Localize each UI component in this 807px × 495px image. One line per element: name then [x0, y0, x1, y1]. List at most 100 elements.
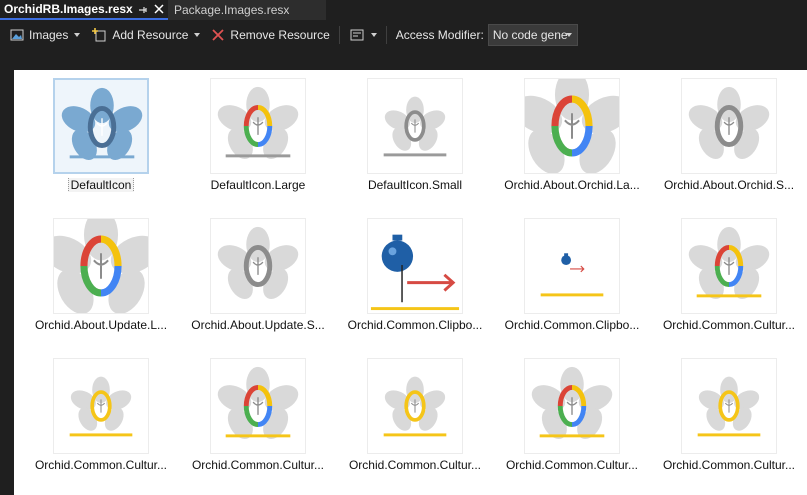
access-modifier-combo[interactable]: No code gene — [487, 24, 578, 46]
resource-name-text: Orchid.Common.Cultur... — [505, 458, 639, 472]
resource-thumbnail — [210, 218, 306, 314]
resource-name-text: Orchid.About.Orchid.S... — [663, 178, 795, 192]
resource-tile[interactable]: Orchid.Common.Cultur... — [328, 350, 485, 490]
orchid-icon — [383, 376, 447, 437]
orchid-icon — [525, 79, 619, 173]
resource-name-text: DefaultIcon — [67, 178, 135, 192]
chevron-down-icon — [74, 33, 81, 37]
resource-grid: DefaultIcon DefaultIcon.Large DefaultIcon.… — [14, 70, 807, 495]
resource-thumbnail — [367, 358, 463, 454]
resource-name: DefaultIcon — [14, 178, 188, 192]
orchid-icon — [697, 376, 761, 437]
resource-name: Orchid.Common.Cultur... — [14, 458, 188, 472]
pin-icon[interactable] — [137, 4, 149, 16]
resource-thumbnail — [524, 78, 620, 174]
orchid-icon — [69, 376, 133, 437]
resource-tile[interactable]: Orchid.About.Orchid.La... — [485, 70, 642, 210]
delete-x-icon — [210, 27, 226, 43]
images-label: Images — [29, 28, 69, 42]
clipboard-icon — [540, 253, 604, 297]
resource-tile[interactable]: DefaultIcon — [14, 70, 171, 210]
resource-name: Orchid.About.Update.S... — [171, 318, 345, 332]
add-resource-button[interactable]: Add Resource — [89, 24, 203, 46]
resource-name: Orchid.Common.Clipbo... — [328, 318, 502, 332]
resource-name-text: Orchid.Common.Cultur... — [348, 458, 482, 472]
resource-name-text: Orchid.About.Update.L... — [34, 318, 168, 332]
resource-thumbnail — [681, 218, 777, 314]
tab-package-images-resx[interactable]: Package.Images.resx — [168, 0, 326, 20]
resource-name-text: Orchid.Common.Cultur... — [662, 458, 796, 472]
orchid-icon — [61, 87, 143, 161]
resource-name: Orchid.Common.Cultur... — [328, 458, 502, 472]
resource-thumbnail — [524, 358, 620, 454]
resource-name: Orchid.Common.Cultur... — [485, 458, 659, 472]
resource-tile[interactable]: Orchid.Common.Cultur... — [485, 350, 642, 490]
orchid-icon — [688, 226, 770, 300]
toolbar-separator — [385, 26, 387, 44]
tab-label: Package.Images.resx — [174, 3, 290, 17]
resource-name-text: Orchid.About.Orchid.La... — [504, 178, 640, 192]
resource-tile[interactable]: Orchid.Common.Clipbo... — [328, 210, 485, 350]
orchid-icon — [531, 366, 613, 440]
resource-thumbnail — [210, 78, 306, 174]
access-modifier-value: No code gene — [492, 28, 568, 42]
resource-thumbnail — [681, 78, 777, 174]
resource-name-text: Orchid.Common.Clipbo... — [504, 318, 640, 332]
resource-tile[interactable]: Orchid.Common.Cultur... — [14, 350, 171, 490]
resource-name: DefaultIcon.Large — [171, 178, 345, 192]
images-dropdown[interactable]: Images — [6, 24, 83, 46]
resource-toolbar: Images Add Resource Remove Resource Acce… — [0, 22, 807, 48]
close-icon[interactable] — [153, 3, 165, 15]
remove-resource-label: Remove Resource — [230, 28, 330, 42]
access-modifier-label: Access Modifier: — [395, 28, 484, 42]
resource-tile[interactable]: DefaultIcon.Small — [328, 70, 485, 210]
tab-orchidrb-images-resx[interactable]: OrchidRB.Images.resx — [0, 0, 168, 20]
orchid-icon — [688, 86, 770, 160]
remove-resource-button[interactable]: Remove Resource — [207, 24, 332, 46]
resource-thumbnail — [367, 218, 463, 314]
resource-tile[interactable]: Orchid.Common.Clipbo... — [485, 210, 642, 350]
resource-tile[interactable]: Orchid.Common.Cultur... — [642, 210, 799, 350]
resource-name-text: Orchid.Common.Cultur... — [34, 458, 168, 472]
resource-tile[interactable]: Orchid.About.Orchid.S... — [642, 70, 799, 210]
resource-tile[interactable]: DefaultIcon.Large — [171, 70, 328, 210]
orchid-icon — [383, 96, 447, 157]
orchid-icon — [217, 226, 299, 300]
chevron-down-icon — [370, 33, 377, 37]
toolbar-separator — [338, 26, 340, 44]
clipboard-icon — [370, 234, 460, 311]
resource-name-text: Orchid.Common.Cultur... — [662, 318, 796, 332]
view-mode-icon — [349, 27, 365, 43]
resource-name: Orchid.About.Orchid.S... — [642, 178, 807, 192]
resource-thumbnail — [53, 218, 149, 314]
resource-name-text: Orchid.Common.Cultur... — [191, 458, 325, 472]
resource-tile[interactable]: Orchid.About.Update.S... — [171, 210, 328, 350]
resource-name-text: Orchid.Common.Clipbo... — [347, 318, 483, 332]
orchid-icon — [217, 366, 299, 440]
resource-name-text: DefaultIcon.Large — [210, 178, 306, 192]
resource-tile[interactable]: Orchid.About.Update.L... — [14, 210, 171, 350]
resource-thumbnail — [53, 358, 149, 454]
resource-thumbnail — [210, 358, 306, 454]
tab-label: OrchidRB.Images.resx — [4, 2, 133, 16]
document-tab-strip: OrchidRB.Images.resx Package.Images.resx — [0, 0, 807, 20]
resource-tile[interactable]: Orchid.Common.Cultur... — [642, 350, 799, 490]
resource-name-text: DefaultIcon.Small — [367, 178, 463, 192]
resource-tile[interactable]: Orchid.Common.Cultur... — [171, 350, 328, 490]
resource-name: Orchid.Common.Clipbo... — [485, 318, 659, 332]
resource-thumbnail — [367, 78, 463, 174]
resource-thumbnail — [681, 358, 777, 454]
resource-name: DefaultIcon.Small — [328, 178, 502, 192]
chevron-down-icon — [565, 33, 572, 37]
resource-name: Orchid.Common.Cultur... — [642, 458, 807, 472]
chevron-down-icon — [194, 33, 201, 37]
resource-name: Orchid.About.Orchid.La... — [485, 178, 659, 192]
resource-thumbnail — [524, 218, 620, 314]
view-mode-dropdown[interactable] — [346, 24, 380, 46]
orchid-icon — [217, 86, 299, 160]
resource-name: Orchid.Common.Cultur... — [171, 458, 345, 472]
image-icon — [9, 27, 25, 43]
orchid-icon — [54, 219, 148, 313]
resource-name-text: Orchid.About.Update.S... — [191, 318, 325, 332]
add-resource-label: Add Resource — [112, 28, 189, 42]
